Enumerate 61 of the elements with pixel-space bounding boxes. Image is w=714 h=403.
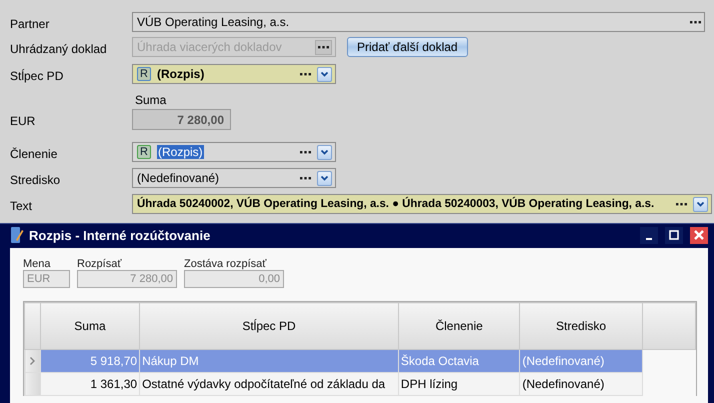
more-icon bbox=[300, 150, 311, 154]
field-label: Text bbox=[10, 198, 34, 212]
maximize-icon bbox=[669, 230, 679, 240]
more-icon bbox=[300, 176, 311, 180]
close-button[interactable] bbox=[690, 226, 708, 244]
current-row-icon bbox=[30, 357, 35, 365]
lookup-field[interactable]: (Nedefinované) bbox=[132, 168, 336, 188]
chevron-down-icon bbox=[321, 150, 328, 154]
field-label: Stĺpec PD bbox=[10, 68, 64, 82]
more-icon bbox=[690, 20, 701, 24]
column-header bbox=[24, 302, 40, 350]
column-header[interactable]: Stĺpec PD bbox=[140, 302, 398, 350]
field-label: Stredisko bbox=[10, 172, 62, 186]
table-cell: 5 918,70 bbox=[40, 350, 140, 372]
r-badge-icon: R bbox=[137, 67, 151, 81]
chevron-down-icon bbox=[697, 202, 704, 206]
column-header[interactable]: Stredisko bbox=[520, 302, 642, 350]
table-cell: Nákup DM bbox=[140, 350, 398, 372]
field-label: Uhrádzaný doklad bbox=[10, 40, 108, 56]
partner-field[interactable]: VÚB Operating Leasing, a.s. bbox=[132, 12, 705, 32]
dialog-title: Rozpis - Interné rozúčtovanie bbox=[29, 228, 212, 242]
dropdown-button[interactable] bbox=[317, 170, 332, 186]
row-indicator[interactable] bbox=[24, 350, 40, 372]
more-icon bbox=[676, 202, 687, 206]
table-cell: (Nedefinované) bbox=[520, 350, 642, 372]
column-header bbox=[642, 302, 696, 350]
chevron-down-icon bbox=[321, 176, 328, 180]
dropdown-button[interactable] bbox=[317, 144, 332, 160]
more-icon bbox=[318, 46, 329, 48]
r-badge-icon: R bbox=[137, 145, 151, 159]
table-cell: Ostatné výdavky odpočítateľné od základu da bbox=[140, 372, 398, 396]
dropdown-button[interactable] bbox=[317, 66, 332, 82]
table-cell: 1 361,30 bbox=[40, 372, 140, 396]
maximize-button[interactable] bbox=[665, 226, 683, 244]
table-cell: DPH lízing bbox=[398, 372, 520, 396]
more-icon bbox=[300, 72, 311, 76]
field-label: Zostáva rozpísať bbox=[184, 258, 268, 270]
minimize-icon bbox=[646, 238, 652, 240]
readonly-field: 7 280,00 bbox=[77, 270, 177, 288]
column-header[interactable]: Suma bbox=[40, 302, 140, 350]
lookup-field[interactable]: R (Rozpis) bbox=[132, 142, 336, 162]
notepad-icon bbox=[10, 226, 24, 244]
table-cell: Škoda Octavia bbox=[398, 350, 520, 372]
close-icon bbox=[694, 230, 704, 240]
field-caption: Suma bbox=[134, 93, 166, 107]
minimize-button[interactable] bbox=[640, 226, 658, 244]
field-label: Členenie bbox=[10, 146, 58, 160]
lookup-field[interactable]: R (Rozpis) bbox=[132, 64, 336, 84]
field-label: Mena bbox=[23, 258, 52, 270]
readonly-field: 0,00 bbox=[184, 270, 284, 288]
field-label: Partner bbox=[10, 16, 50, 30]
readonly-field: EUR bbox=[23, 270, 70, 288]
amount-field: 7 280,00 bbox=[132, 109, 231, 130]
table-cell: (Nedefinované) bbox=[520, 372, 642, 396]
dropdown-button[interactable] bbox=[693, 196, 708, 212]
text-field[interactable]: Úhrada 50240002, VÚB Operating Leasing, a.s. ● Úhrada 50240003, VÚB Operating Leasing, a.s. bbox=[132, 194, 712, 214]
chevron-down-icon bbox=[321, 72, 328, 76]
column-header[interactable]: Členenie bbox=[398, 302, 520, 350]
table-row[interactable]: 1 361,30 Ostatné výdavky odpočítateľné od základu da DPH lízing (Nedefinované) bbox=[24, 372, 696, 396]
field-label: EUR bbox=[10, 113, 36, 128]
field-label: Rozpísať bbox=[77, 258, 123, 270]
